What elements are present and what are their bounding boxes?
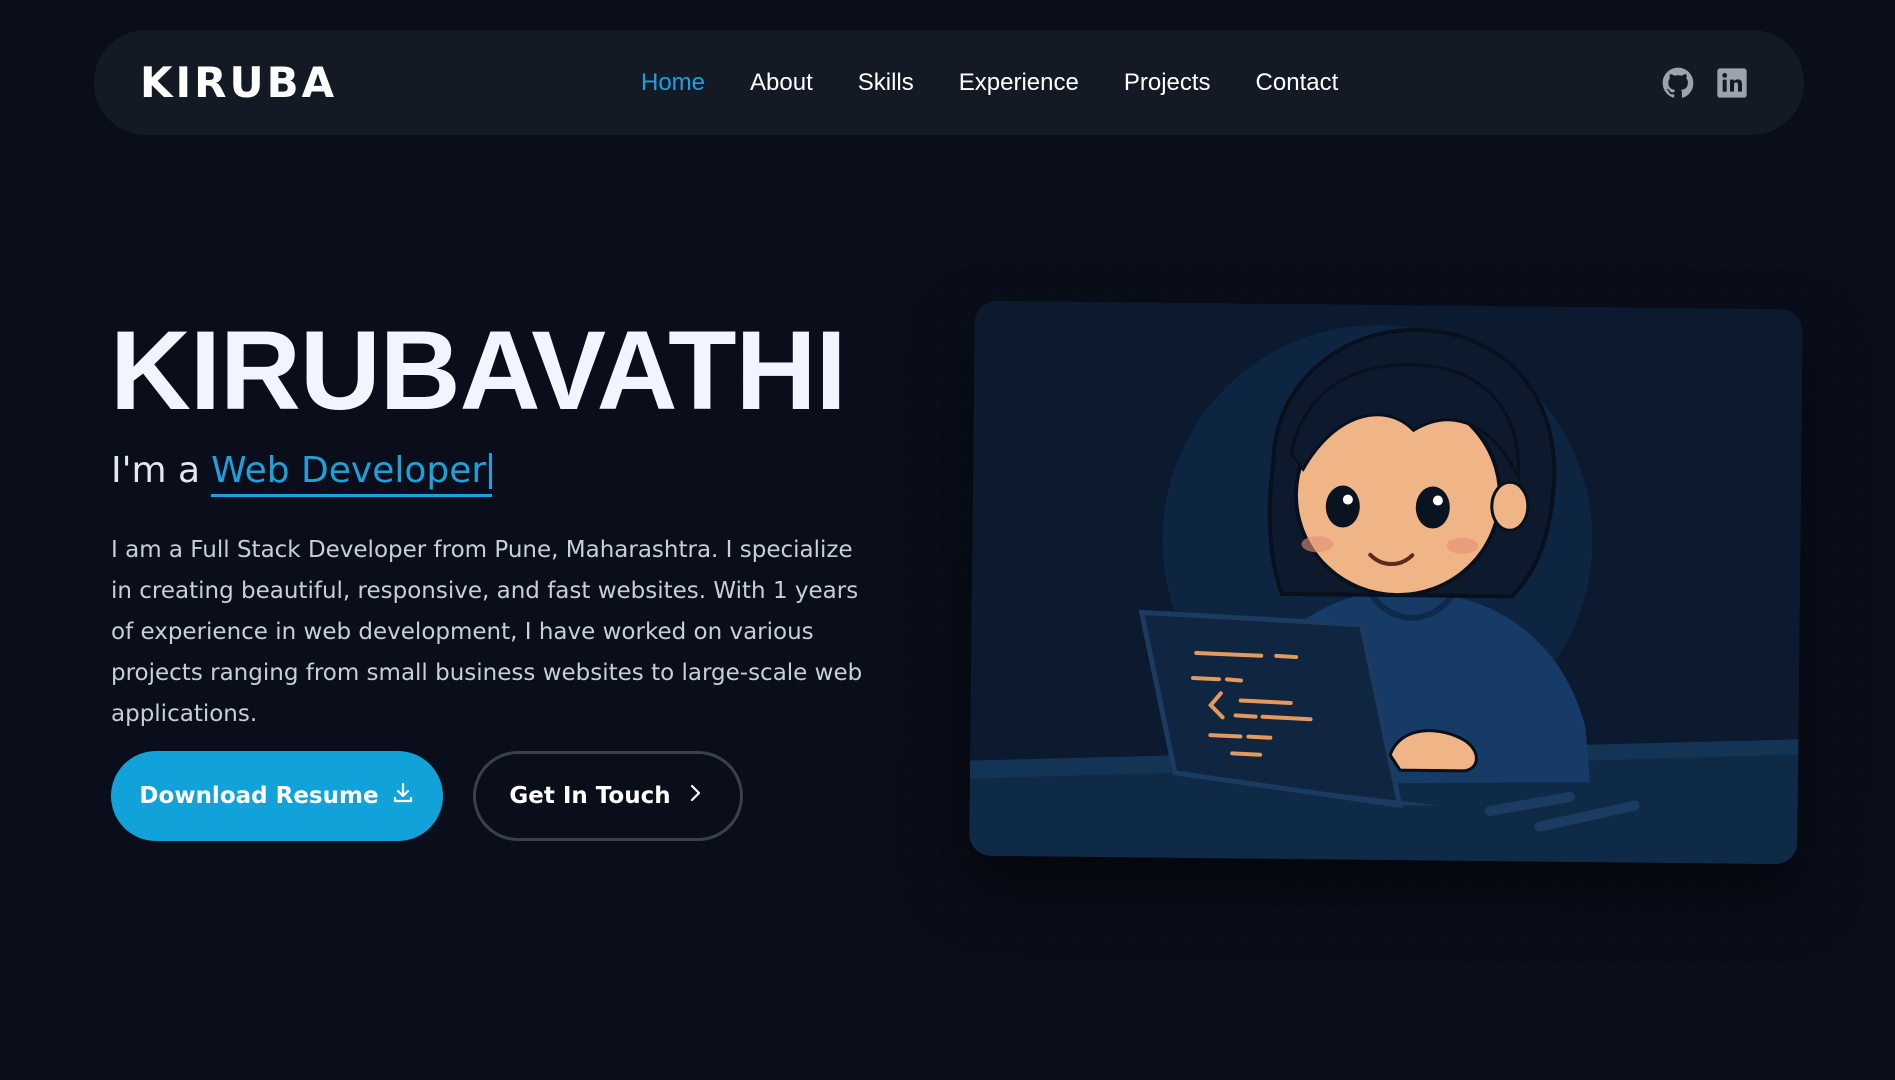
nav-link-experience[interactable]: Experience — [959, 69, 1079, 97]
role-text: Web Developer — [211, 450, 487, 491]
hero-name: KIRUBAVATHI — [110, 308, 847, 433]
social-links — [1662, 30, 1748, 135]
site-logo[interactable]: KIRUBA — [140, 58, 337, 107]
linkedin-icon[interactable] — [1716, 67, 1748, 99]
nav-link-skills[interactable]: Skills — [858, 69, 914, 97]
get-in-touch-button[interactable]: Get In Touch — [473, 751, 743, 841]
typing-cursor — [489, 452, 493, 489]
get-in-touch-label: Get In Touch — [509, 783, 671, 809]
nav-links: Home About Skills Experience Projects Co… — [641, 30, 1383, 135]
subtitle-prefix: I'm a — [111, 450, 201, 491]
hero-subtitle: I'm a Web Developer — [111, 450, 493, 497]
developer-illustration — [969, 300, 1803, 865]
navbar: KIRUBA Home About Skills Experience Proj… — [94, 30, 1804, 135]
nav-link-projects[interactable]: Projects — [1124, 69, 1211, 97]
hero-intro: I am a Full Stack Developer from Pune, M… — [111, 537, 863, 727]
download-resume-label: Download Resume — [139, 783, 379, 809]
nav-link-home[interactable]: Home — [641, 69, 705, 97]
download-resume-button[interactable]: Download Resume — [111, 751, 443, 841]
nav-link-contact[interactable]: Contact — [1256, 69, 1339, 97]
download-icon — [391, 781, 415, 811]
typed-role: Web Developer — [211, 450, 493, 497]
github-icon[interactable] — [1662, 67, 1694, 99]
chevron-right-icon — [683, 781, 707, 811]
nav-link-about[interactable]: About — [750, 69, 813, 97]
